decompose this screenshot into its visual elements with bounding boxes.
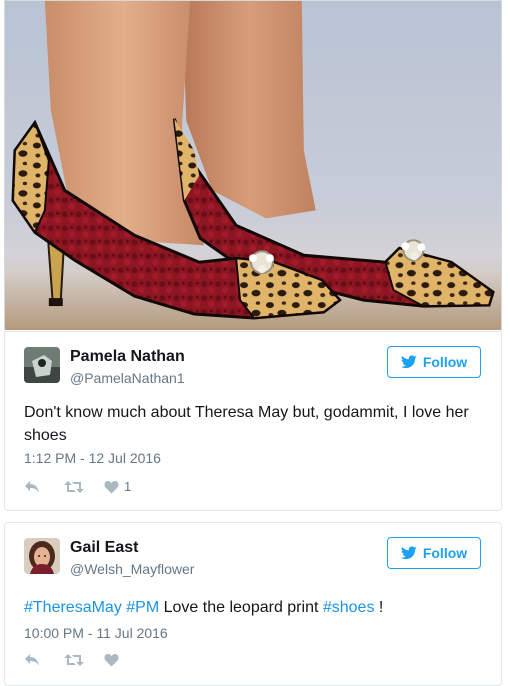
twitter-bird-icon <box>400 546 417 560</box>
like-count: 1 <box>124 479 132 494</box>
user-handle[interactable]: @Welsh_Mayflower <box>70 561 194 577</box>
hashtag-link[interactable]: #PM <box>126 599 159 616</box>
retweet-button[interactable] <box>64 653 104 667</box>
reply-icon <box>25 480 39 493</box>
avatar[interactable] <box>24 347 60 383</box>
follow-label: Follow <box>422 545 468 561</box>
follow-button[interactable]: Follow <box>387 346 481 378</box>
timestamp[interactable]: 1:12 PM - 12 Jul 2016 <box>24 450 161 466</box>
hashtag-link[interactable]: #TheresaMay <box>24 599 122 616</box>
like-button[interactable]: 1 <box>104 479 131 494</box>
user-avatar-icon <box>24 347 60 383</box>
tweet-card: Gail East @Welsh_Mayflower Follow #There… <box>4 522 502 686</box>
heart-icon <box>104 653 119 667</box>
user-handle[interactable]: @PamelaNathan1 <box>70 370 185 386</box>
tweet-text: #TheresaMay #PM Love the leopard print #… <box>24 596 481 619</box>
follow-button[interactable]: Follow <box>387 537 481 569</box>
twitter-bird-icon <box>400 355 417 369</box>
display-name[interactable]: Pamela Nathan <box>70 348 185 366</box>
avatar[interactable] <box>24 538 60 574</box>
tweet-card: Pamela Nathan @PamelaNathan1 Follow Don'… <box>4 331 502 511</box>
tweet-text: Don't know much about Theresa May but, g… <box>24 404 469 444</box>
reply-icon <box>25 654 39 666</box>
hashtag-link[interactable]: #shoes <box>323 599 375 616</box>
heart-icon <box>104 480 119 493</box>
retweet-button[interactable] <box>64 480 104 494</box>
reply-button[interactable] <box>24 653 64 667</box>
user-avatar-icon <box>24 538 60 574</box>
retweet-icon <box>64 480 84 493</box>
follow-label: Follow <box>422 354 468 370</box>
shoes-photo-illustration <box>5 1 501 330</box>
retweet-icon <box>64 654 84 666</box>
tweet-actions: 1 <box>24 479 131 494</box>
tweet-actions <box>24 653 119 667</box>
like-button[interactable] <box>104 653 119 667</box>
text-segment: Love the leopard print <box>159 599 323 616</box>
reply-button[interactable] <box>24 480 64 494</box>
display-name[interactable]: Gail East <box>70 539 138 557</box>
text-segment: ! <box>374 599 384 616</box>
timestamp[interactable]: 10:00 PM - 11 Jul 2016 <box>24 625 168 641</box>
tweet-photo[interactable] <box>4 0 502 330</box>
